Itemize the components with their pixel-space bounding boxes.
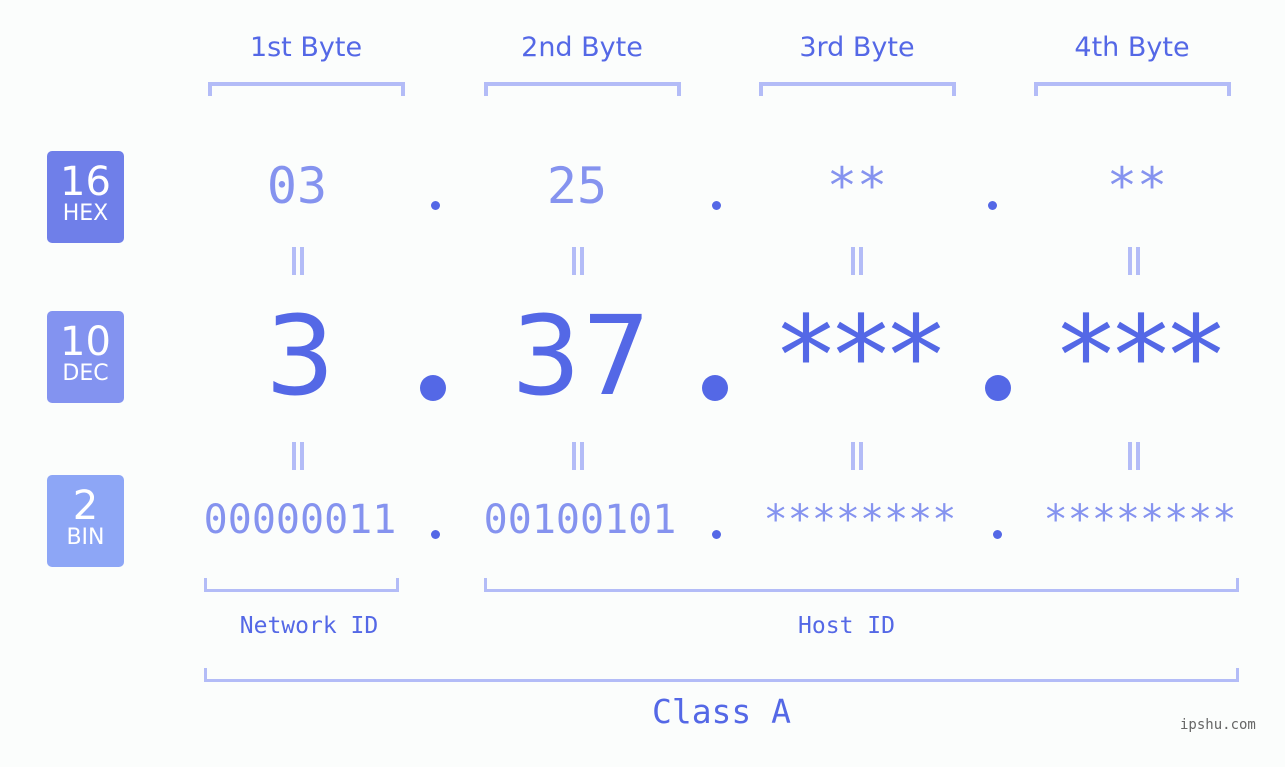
hex-base: 16 <box>60 159 111 205</box>
bin-dot-2 <box>712 530 721 539</box>
dec-name: DEC <box>62 361 109 386</box>
equals-icon <box>292 442 304 470</box>
dec-dot-3 <box>985 375 1011 401</box>
bin-value-2: 00100101 <box>483 497 677 543</box>
bin-dot-3 <box>993 530 1002 539</box>
dec-dot-1 <box>420 375 446 401</box>
network-id-bracket <box>204 578 399 592</box>
equals-icon <box>572 247 584 275</box>
hex-value-2: 25 <box>546 157 608 215</box>
watermark: ipshu.com <box>1180 717 1256 733</box>
equals-icon <box>1128 247 1140 275</box>
host-id-bracket <box>484 578 1239 592</box>
network-id-label: Network ID <box>239 613 379 639</box>
bin-value-3: ******** <box>763 497 957 543</box>
byte-bracket-2 <box>484 82 681 96</box>
dec-base: 10 <box>60 319 111 365</box>
dec-value-3: *** <box>778 292 944 420</box>
byte-label-2: 2nd Byte <box>521 32 643 63</box>
hex-dot-2 <box>712 201 721 210</box>
class-label: Class A <box>651 692 792 731</box>
byte-bracket-4 <box>1034 82 1231 96</box>
hex-value-1: 03 <box>266 157 328 215</box>
hex-value-3: ** <box>826 157 888 215</box>
bin-value-4: ******** <box>1043 497 1237 543</box>
byte-bracket-1 <box>208 82 405 96</box>
bin-base: 2 <box>72 483 99 529</box>
hex-dot-1 <box>431 201 440 210</box>
equals-icon <box>851 442 863 470</box>
equals-icon <box>292 247 304 275</box>
dec-dot-2 <box>702 375 728 401</box>
bin-value-1: 00000011 <box>203 497 397 543</box>
byte-label-4: 4th Byte <box>1074 32 1190 63</box>
class-bracket <box>204 668 1239 682</box>
bin-name: BIN <box>66 525 105 550</box>
byte-label-3: 3rd Byte <box>799 32 915 63</box>
hex-dot-3 <box>988 201 997 210</box>
hex-value-4: ** <box>1106 157 1168 215</box>
bin-badge: 2 BIN <box>47 475 124 567</box>
byte-label-1: 1st Byte <box>249 32 363 63</box>
equals-icon <box>1128 442 1140 470</box>
equals-icon <box>572 442 584 470</box>
hex-name: HEX <box>62 201 109 226</box>
host-id-label: Host ID <box>798 613 895 639</box>
bin-dot-1 <box>431 530 440 539</box>
byte-bracket-3 <box>759 82 956 96</box>
dec-value-1: 3 <box>265 292 335 420</box>
dec-value-4: *** <box>1058 292 1224 420</box>
dec-badge: 10 DEC <box>47 311 124 403</box>
hex-badge: 16 HEX <box>47 151 124 243</box>
equals-icon <box>851 247 863 275</box>
dec-value-2: 37 <box>511 292 651 420</box>
